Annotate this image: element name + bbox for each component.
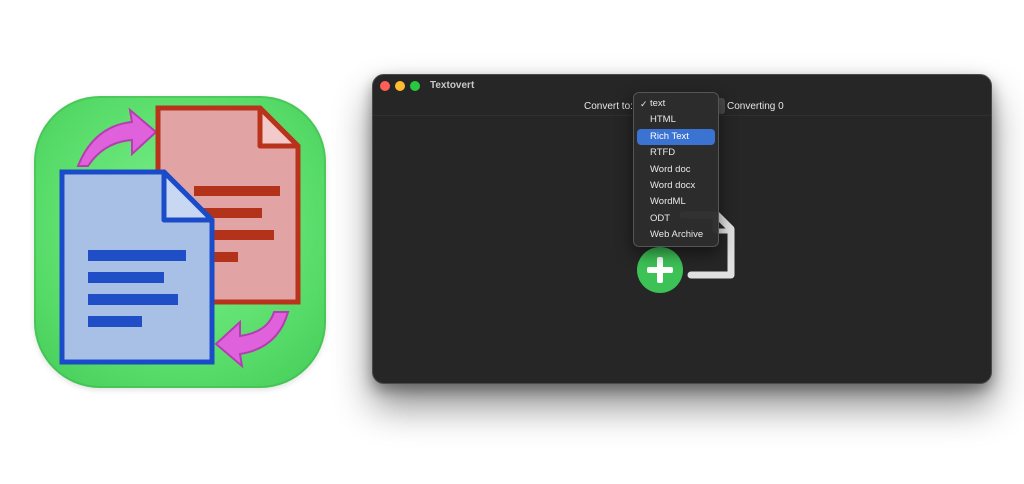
window-title: Textovert [430, 80, 475, 91]
menu-item-rich-text[interactable]: Rich Text [637, 128, 715, 146]
zoom-window-button[interactable] [410, 81, 420, 91]
menu-item-label: WordML [650, 196, 686, 208]
menu-item-label: ODT [650, 212, 671, 224]
menu-item-wordml[interactable]: WordML [637, 194, 715, 210]
menu-item-odt[interactable]: ODT [637, 211, 715, 227]
conversion-status: Converting 0 [727, 101, 784, 112]
document-convert-icon [59, 105, 301, 369]
menu-item-label: text [650, 98, 666, 109]
menu-item-label: HTML [650, 114, 676, 126]
menu-item-html[interactable]: HTML [637, 112, 715, 128]
minimize-window-button[interactable] [395, 81, 405, 91]
menu-item-text[interactable]: ✓ text [637, 96, 715, 112]
close-window-button[interactable] [380, 81, 390, 91]
app-window: Textovert Convert to: Converting 0 ✓ tex… [372, 74, 992, 384]
convert-to-label: Convert to: [584, 101, 633, 112]
checkmark-icon: ✓ [640, 99, 648, 109]
menu-item-label: RTFD [650, 147, 676, 159]
menu-item-word-docx[interactable]: Word docx [637, 178, 715, 194]
menu-item-label: Web Archive [650, 229, 704, 241]
menu-item-label: Rich Text [650, 130, 689, 142]
menu-item-label: Word doc [650, 163, 691, 175]
menu-item-word-doc[interactable]: Word doc [637, 162, 715, 178]
format-menu: ✓ text HTML Rich Text RTFD Word doc Word… [633, 92, 719, 247]
menu-item-label: Word docx [650, 179, 696, 191]
add-file-icon[interactable] [637, 247, 683, 293]
app-icon [34, 96, 326, 388]
menu-item-web-archive[interactable]: Web Archive [637, 227, 715, 243]
menu-item-rtfd[interactable]: RTFD [637, 145, 715, 161]
